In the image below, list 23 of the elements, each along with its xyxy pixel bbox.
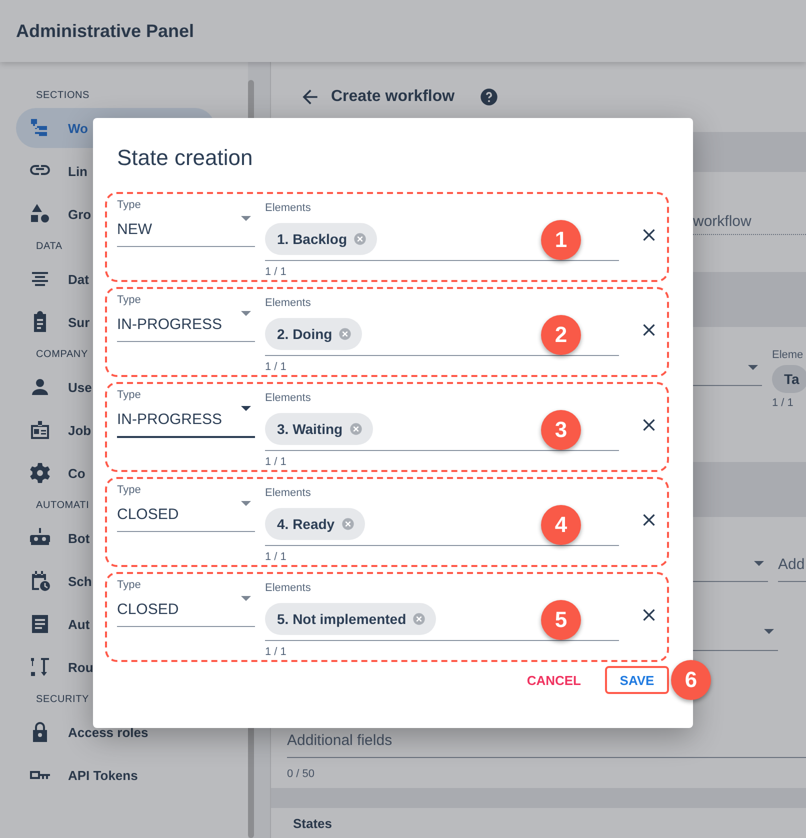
app-title: Administrative Panel <box>16 20 194 42</box>
counter: 1 / 1 <box>265 551 288 563</box>
step-marker: 1 <box>541 220 581 260</box>
counter: 1 / 1 <box>265 456 288 468</box>
counter: 1 / 1 <box>265 646 288 658</box>
counter: 1 / 1 <box>772 397 794 409</box>
section-heading: SECTIONS <box>36 89 90 103</box>
step-marker: 5 <box>541 600 581 640</box>
section-heading: COMPANY <box>36 348 88 362</box>
field-label: Eleme <box>772 349 804 361</box>
counter: 0 / 50 <box>287 768 315 780</box>
counter: 1 / 1 <box>265 361 288 373</box>
section-heading: SECURITY <box>36 693 89 707</box>
dialog-title: State creation <box>117 144 254 172</box>
step-marker: 6 <box>671 660 711 700</box>
counter: 1 / 1 <box>265 266 288 278</box>
step-marker: 3 <box>541 410 581 450</box>
section-heading: DATA <box>36 240 62 254</box>
step-marker: 4 <box>541 505 581 545</box>
section-heading: States <box>292 815 334 831</box>
section-heading: AUTOMATI <box>36 499 90 513</box>
step-marker: 2 <box>541 315 581 355</box>
page-title: Create workflow <box>331 88 455 106</box>
